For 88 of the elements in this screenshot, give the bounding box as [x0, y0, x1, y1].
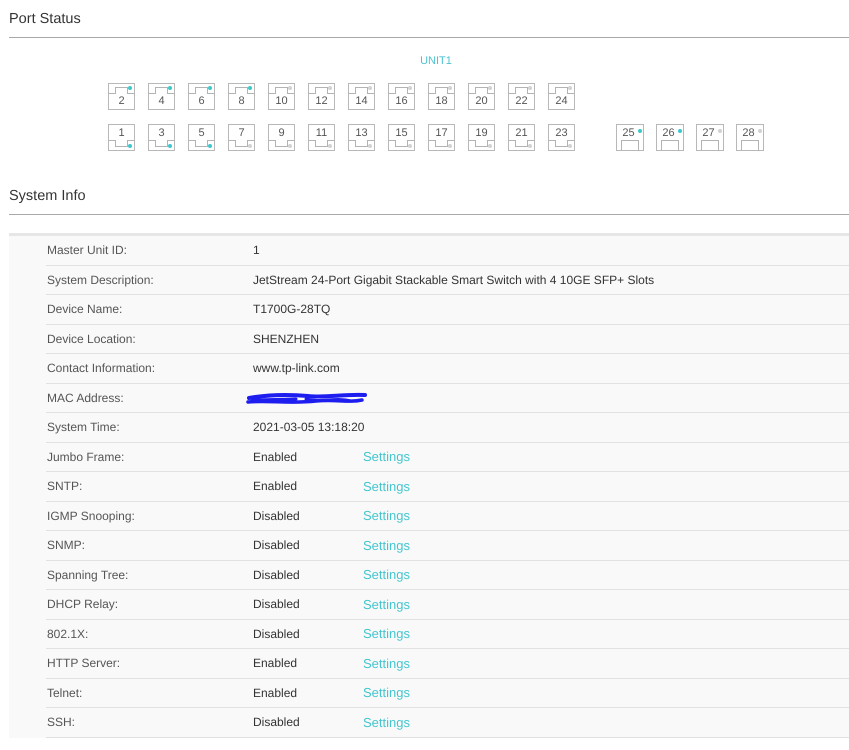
- port-socket-icon: [309, 84, 334, 94]
- field-value: Disabled: [253, 626, 300, 641]
- field-value: Enabled: [253, 656, 298, 670]
- ethernet-port[interactable]: 7: [228, 124, 255, 151]
- port-socket-icon: [429, 140, 454, 150]
- ethernet-port[interactable]: 18: [428, 83, 455, 110]
- port-socket-icon: [509, 84, 534, 94]
- field-value: Enabled: [253, 479, 298, 494]
- field-label: Contact Information:: [47, 361, 156, 376]
- ethernet-port[interactable]: 19: [468, 124, 495, 151]
- ethernet-port[interactable]: 23: [548, 124, 575, 151]
- field-value: Disabled: [253, 538, 300, 552]
- port-socket-icon: [109, 84, 134, 94]
- port-socket-icon: [269, 84, 294, 94]
- port-socket-icon: [349, 84, 374, 94]
- section-title: Port Status: [9, 10, 81, 28]
- field-value: JetStream 24-Port Gigabit Stackable Smart Switch with 4 10GE SFP+ Slots: [253, 272, 654, 287]
- sfp-port[interactable]: 25: [616, 124, 644, 151]
- ethernet-port[interactable]: 4: [148, 83, 175, 110]
- ethernet-port[interactable]: 3: [148, 124, 175, 151]
- field-value: Disabled: [253, 568, 300, 582]
- field-label: Spanning Tree:: [47, 568, 128, 582]
- port-socket-icon: [389, 84, 414, 94]
- field-label: HTTP Server:: [47, 656, 120, 670]
- field-value: www.tp-link.com: [253, 361, 340, 376]
- port-socket-icon: [109, 140, 134, 150]
- sfp-port[interactable]: 28: [736, 124, 764, 151]
- port-socket-icon: [349, 140, 374, 150]
- field-label: Telnet:: [47, 686, 82, 700]
- field-value: Disabled: [253, 715, 300, 730]
- field-label: Device Location:: [47, 332, 136, 346]
- ethernet-port[interactable]: 13: [348, 124, 375, 151]
- field-label: Jumbo Frame:: [47, 450, 124, 464]
- port-socket-icon: [549, 140, 574, 150]
- port-socket-icon: [389, 140, 414, 150]
- port-socket-icon: [189, 84, 214, 94]
- field-label: System Time:: [47, 420, 120, 434]
- port-socket-icon: [149, 84, 174, 94]
- field-value: Enabled: [253, 450, 298, 464]
- field-value: T1700G-28TQ: [253, 302, 330, 316]
- ethernet-port[interactable]: 17: [428, 124, 455, 151]
- field-value: Disabled: [253, 508, 300, 523]
- port-socket-icon: [549, 84, 574, 94]
- field-label: IGMP Snooping:: [47, 508, 135, 523]
- ethernet-port[interactable]: 15: [388, 124, 415, 151]
- ethernet-port[interactable]: 20: [468, 83, 495, 110]
- port-socket-icon: [429, 84, 454, 94]
- field-label: Master Unit ID:: [47, 243, 128, 258]
- ethernet-port[interactable]: 12: [308, 83, 335, 110]
- ethernet-port[interactable]: 9: [268, 124, 295, 151]
- ethernet-port[interactable]: 2: [108, 83, 135, 110]
- port-socket-icon: [149, 140, 174, 150]
- field-label: System Description:: [47, 272, 154, 287]
- ethernet-port[interactable]: 1: [108, 124, 135, 151]
- field-label: DHCP Relay:: [47, 597, 118, 612]
- port-socket-icon: [189, 140, 214, 150]
- field-value: Disabled: [253, 597, 300, 612]
- field-label: 802.1X:: [47, 626, 88, 641]
- port-socket-icon: [469, 140, 494, 150]
- port-socket-icon: [509, 140, 534, 150]
- port-socket-icon: [229, 140, 254, 150]
- sfp-port[interactable]: 26: [656, 124, 684, 151]
- ethernet-port[interactable]: 21: [508, 124, 535, 151]
- field-value: Enabled: [253, 686, 298, 700]
- ethernet-port[interactable]: 14: [348, 83, 375, 110]
- ethernet-port[interactable]: 11: [308, 124, 335, 151]
- ethernet-port[interactable]: 8: [228, 83, 255, 110]
- field-value: SHENZHEN: [253, 332, 320, 346]
- field-label: SNMP:: [47, 538, 86, 552]
- port-socket-icon: [469, 84, 494, 94]
- field-value: 2021-03-05 13:18:20: [253, 420, 364, 434]
- ethernet-port[interactable]: 22: [508, 83, 535, 110]
- field-label: Device Name:: [47, 302, 122, 316]
- ethernet-port[interactable]: 24: [548, 83, 575, 110]
- ethernet-port[interactable]: 6: [188, 83, 215, 110]
- field-label: MAC Address:: [47, 390, 124, 405]
- unit-label: UNIT1: [420, 54, 452, 68]
- ethernet-port[interactable]: 5: [188, 124, 215, 151]
- port-socket-icon: [269, 140, 294, 150]
- port-socket-icon: [229, 84, 254, 94]
- ethernet-port[interactable]: 16: [388, 83, 415, 110]
- field-label: SSH:: [47, 715, 76, 730]
- field-value: 1: [253, 243, 260, 258]
- section-title: System Info: [9, 186, 86, 204]
- sfp-port[interactable]: 27: [696, 124, 724, 151]
- ethernet-port[interactable]: 10: [268, 83, 295, 110]
- port-socket-icon: [309, 140, 334, 150]
- field-label: SNTP:: [47, 479, 82, 494]
